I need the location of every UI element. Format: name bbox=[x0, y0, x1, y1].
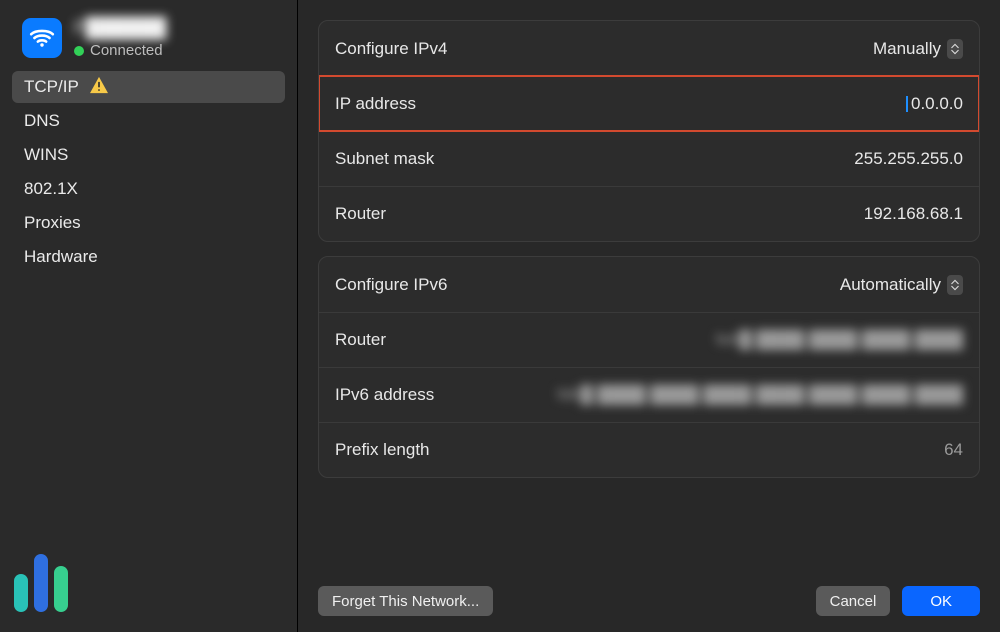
nav-item-proxies[interactable]: Proxies bbox=[12, 207, 285, 239]
row-ipv6-address: IPv6 address fd6█:████:████:████:████:██… bbox=[319, 367, 979, 422]
select-configure-ipv4[interactable]: Manually bbox=[873, 39, 963, 59]
label-ipv6-address: IPv6 address bbox=[335, 385, 434, 405]
nav-item-hardware[interactable]: Hardware bbox=[12, 241, 285, 273]
label-router-ipv6: Router bbox=[335, 330, 386, 350]
nav-label: Hardware bbox=[24, 247, 98, 267]
cancel-button[interactable]: Cancel bbox=[816, 586, 891, 616]
row-configure-ipv6: Configure IPv6 Automatically bbox=[319, 257, 979, 312]
nav-item-8021x[interactable]: 802.1X bbox=[12, 173, 285, 205]
network-name: F██████ bbox=[74, 18, 166, 40]
row-subnet-mask: Subnet mask 255.255.255.0 bbox=[319, 131, 979, 186]
nav-list: TCP/IP DNS WINS 802.1X Proxies Hardware bbox=[0, 71, 297, 273]
chevron-up-down-icon bbox=[947, 39, 963, 59]
nav-item-dns[interactable]: DNS bbox=[12, 105, 285, 137]
forget-network-button[interactable]: Forget This Network... bbox=[318, 586, 493, 616]
nav-item-wins[interactable]: WINS bbox=[12, 139, 285, 171]
status-dot-icon bbox=[74, 46, 84, 56]
status-text: Connected bbox=[90, 42, 163, 59]
sidebar: F██████ Connected TCP/IP DNS WINS 802.1X… bbox=[0, 0, 298, 632]
main-content: Configure IPv4 Manually IP address 0.0.0… bbox=[298, 0, 1000, 632]
ipv6-group: Configure IPv6 Automatically Router fe8█… bbox=[318, 256, 980, 478]
value-router-ipv6: fe8█:████:████:████:████ bbox=[716, 330, 963, 350]
footer: Forget This Network... Cancel OK bbox=[318, 570, 980, 616]
label-configure-ipv4: Configure IPv4 bbox=[335, 39, 447, 59]
label-subnet-mask: Subnet mask bbox=[335, 149, 434, 169]
wifi-icon bbox=[22, 18, 62, 58]
network-header: F██████ Connected bbox=[0, 12, 297, 67]
label-router-ipv4: Router bbox=[335, 204, 386, 224]
row-ip-address: IP address 0.0.0.0 bbox=[319, 76, 979, 131]
warning-icon bbox=[89, 76, 109, 99]
row-router-ipv4: Router 192.168.68.1 bbox=[319, 186, 979, 241]
chevron-up-down-icon bbox=[947, 275, 963, 295]
nav-item-tcpip[interactable]: TCP/IP bbox=[12, 71, 285, 103]
ok-button[interactable]: OK bbox=[902, 586, 980, 616]
value-prefix-length: 64 bbox=[944, 440, 963, 460]
value-ipv6-address: fd6█:████:████:████:████:████:████:████ bbox=[557, 385, 963, 405]
nav-label: TCP/IP bbox=[24, 77, 79, 97]
nav-label: DNS bbox=[24, 111, 60, 131]
select-configure-ipv6[interactable]: Automatically bbox=[840, 275, 963, 295]
input-ip-address[interactable]: 0.0.0.0 bbox=[911, 94, 963, 114]
row-prefix-length: Prefix length 64 bbox=[319, 422, 979, 477]
label-configure-ipv6: Configure IPv6 bbox=[335, 275, 447, 295]
input-subnet-mask[interactable]: 255.255.255.0 bbox=[854, 149, 963, 169]
label-prefix-length: Prefix length bbox=[335, 440, 430, 460]
row-configure-ipv4: Configure IPv4 Manually bbox=[319, 21, 979, 76]
row-router-ipv6: Router fe8█:████:████:████:████ bbox=[319, 312, 979, 367]
app-logo bbox=[14, 554, 68, 612]
connection-status: Connected bbox=[74, 42, 166, 59]
nav-label: WINS bbox=[24, 145, 68, 165]
select-value: Manually bbox=[873, 39, 941, 59]
select-value: Automatically bbox=[840, 275, 941, 295]
nav-label: 802.1X bbox=[24, 179, 78, 199]
input-router-ipv4[interactable]: 192.168.68.1 bbox=[864, 204, 963, 224]
label-ip-address: IP address bbox=[335, 94, 416, 114]
ipv4-group: Configure IPv4 Manually IP address 0.0.0… bbox=[318, 20, 980, 242]
nav-label: Proxies bbox=[24, 213, 81, 233]
